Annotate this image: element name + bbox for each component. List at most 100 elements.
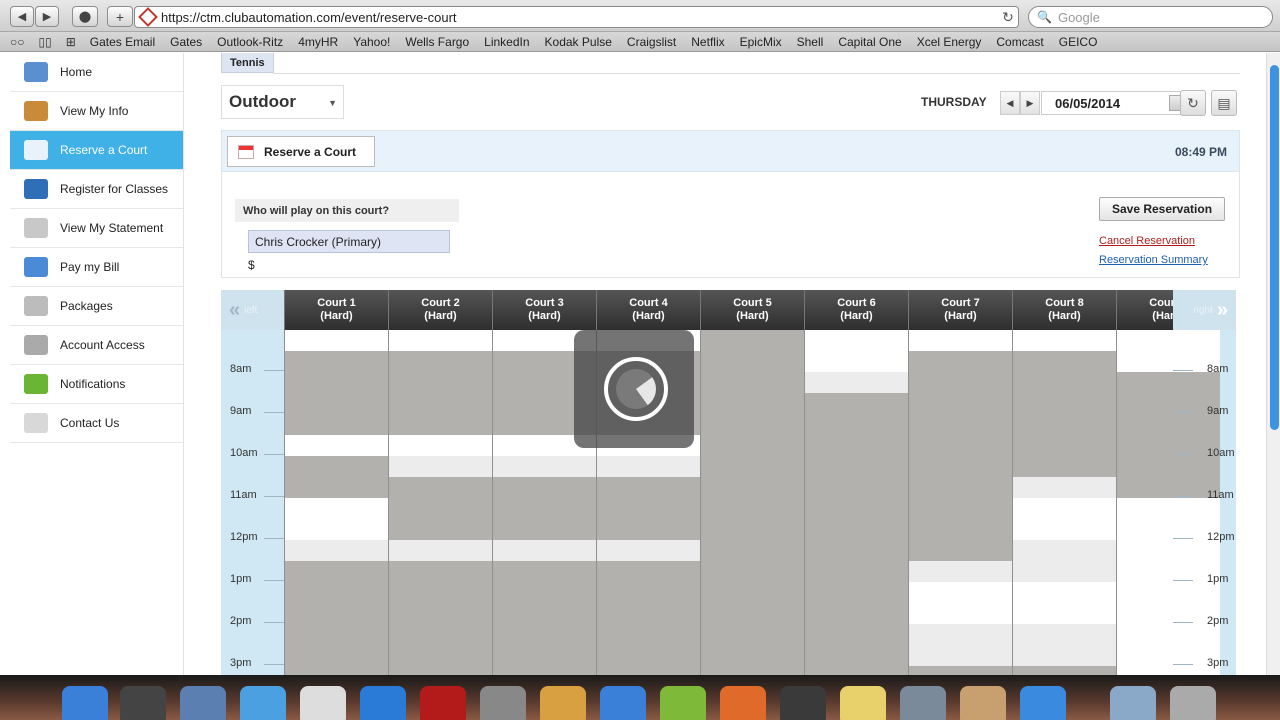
time-slot[interactable] xyxy=(909,624,1012,666)
sidebar-item-reserve-a-court[interactable]: Reserve a Court xyxy=(10,131,183,170)
bookmark-link[interactable]: Gates xyxy=(170,35,202,49)
preview-icon[interactable] xyxy=(900,686,946,720)
book-icon[interactable]: ▯▯ xyxy=(39,35,52,49)
scroll-left-button[interactable]: « left xyxy=(221,290,284,330)
player-field[interactable]: Chris Crocker (Primary) xyxy=(248,230,450,253)
search-input[interactable]: 🔍 Google xyxy=(1028,6,1273,28)
scroll-thumb[interactable] xyxy=(1270,65,1279,430)
bookmark-link[interactable]: Craigslist xyxy=(627,35,676,49)
finder-icon[interactable] xyxy=(62,686,108,720)
time-slot[interactable] xyxy=(909,582,1012,624)
address-book-icon[interactable] xyxy=(960,686,1006,720)
photo-booth-icon[interactable] xyxy=(420,686,466,720)
sidebar-item-view-my-statement[interactable]: View My Statement xyxy=(10,209,183,248)
bookmark-link[interactable]: Netflix xyxy=(691,35,724,49)
cancel-reservation-link[interactable]: Cancel Reservation xyxy=(1099,235,1195,247)
app-icon[interactable] xyxy=(720,686,766,720)
court-column[interactable] xyxy=(908,330,1012,675)
time-slot[interactable] xyxy=(389,456,492,477)
app-icon[interactable] xyxy=(1020,686,1066,720)
time-slot[interactable] xyxy=(1013,582,1116,624)
sidebar-item-pay-my-bill[interactable]: Pay my Bill xyxy=(10,248,183,287)
video-play-overlay[interactable] xyxy=(574,330,694,448)
bookmark-link[interactable]: GEICO xyxy=(1059,35,1098,49)
time-slot[interactable] xyxy=(285,498,388,540)
bookmark-link[interactable]: Comcast xyxy=(996,35,1043,49)
time-slot[interactable] xyxy=(1117,498,1220,675)
prev-day-button[interactable]: ◀ xyxy=(1000,91,1020,115)
time-slot[interactable] xyxy=(389,540,492,561)
time-slot[interactable] xyxy=(597,540,700,561)
time-slot[interactable] xyxy=(285,330,388,351)
reading-list-icon[interactable]: ○○ xyxy=(10,35,25,49)
sidebar-item-register-for-classes[interactable]: Register for Classes xyxy=(10,170,183,209)
bookmark-link[interactable]: Yahoo! xyxy=(353,35,390,49)
url-bar[interactable]: https://ctm.clubautomation.com/event/res… xyxy=(134,6,1019,28)
bookmark-link[interactable]: Wells Fargo xyxy=(405,35,469,49)
sidebar-item-notifications[interactable]: Notifications xyxy=(10,365,183,404)
time-slot[interactable] xyxy=(1013,330,1116,351)
tab-tennis[interactable]: Tennis xyxy=(221,53,274,73)
time-slot[interactable] xyxy=(493,456,596,477)
sidebar-item-home[interactable]: Home xyxy=(10,53,183,92)
system-preferences-icon[interactable] xyxy=(480,686,526,720)
forward-button[interactable]: ▶ xyxy=(35,6,59,27)
reload-icon[interactable]: ↻ xyxy=(998,9,1018,26)
time-slot[interactable] xyxy=(285,435,388,456)
bookmark-link[interactable]: Gates Email xyxy=(90,35,155,49)
folder-icon[interactable] xyxy=(1110,686,1156,720)
time-slot[interactable] xyxy=(1013,540,1116,582)
app-icon[interactable] xyxy=(600,686,646,720)
bookmark-link[interactable]: Kodak Pulse xyxy=(545,35,612,49)
itunes-icon[interactable] xyxy=(360,686,406,720)
bookmark-link[interactable]: Xcel Energy xyxy=(917,35,982,49)
facetime-icon[interactable] xyxy=(660,686,706,720)
safari-icon[interactable] xyxy=(240,686,286,720)
back-button[interactable]: ◀ xyxy=(10,6,34,27)
court-column[interactable] xyxy=(388,330,492,675)
trash-icon[interactable] xyxy=(1170,686,1216,720)
time-slot[interactable] xyxy=(805,330,908,372)
time-slot[interactable] xyxy=(285,540,388,561)
sidebar-item-packages[interactable]: Packages xyxy=(10,287,183,326)
add-bookmark-button[interactable]: + xyxy=(107,6,133,27)
date-field[interactable]: 06/05/2014 xyxy=(1041,91,1191,115)
time-slot[interactable] xyxy=(1117,330,1220,372)
bookmark-link[interactable]: 4myHR xyxy=(298,35,338,49)
time-slot[interactable] xyxy=(805,372,908,393)
court-column[interactable] xyxy=(1116,330,1220,675)
time-slot[interactable] xyxy=(493,540,596,561)
time-slot[interactable] xyxy=(909,330,1012,351)
reserve-court-tab[interactable]: Reserve a Court xyxy=(227,136,375,167)
sidebar-item-contact-us[interactable]: Contact Us xyxy=(10,404,183,443)
time-slot[interactable] xyxy=(1013,624,1116,666)
refresh-button[interactable]: ↻ xyxy=(1180,90,1206,116)
bookmark-link[interactable]: Outlook-Ritz xyxy=(217,35,283,49)
court-column[interactable] xyxy=(284,330,388,675)
iphoto-icon[interactable] xyxy=(540,686,586,720)
time-slot[interactable] xyxy=(1013,498,1116,540)
imovie-icon[interactable] xyxy=(780,686,826,720)
time-slot[interactable] xyxy=(1013,477,1116,498)
court-column[interactable] xyxy=(804,330,908,675)
time-slot[interactable] xyxy=(389,435,492,456)
court-column[interactable] xyxy=(700,330,804,675)
time-slot[interactable] xyxy=(909,561,1012,582)
save-reservation-button[interactable]: Save Reservation xyxy=(1099,197,1225,221)
page-scrollbar[interactable] xyxy=(1266,53,1280,675)
sidebar-item-account-access[interactable]: Account Access xyxy=(10,326,183,365)
stickies-icon[interactable] xyxy=(840,686,886,720)
mail-icon[interactable] xyxy=(180,686,226,720)
next-day-button[interactable]: ▶ xyxy=(1020,91,1040,115)
grid-icon[interactable]: ⊞ xyxy=(66,35,76,49)
court-column[interactable] xyxy=(1012,330,1116,675)
bookmark-link[interactable]: LinkedIn xyxy=(484,35,529,49)
tabs-icon[interactable]: ⬤ xyxy=(72,6,98,27)
sidebar-item-view-my-info[interactable]: View My Info xyxy=(10,92,183,131)
time-slot[interactable] xyxy=(597,456,700,477)
print-button[interactable]: ▤ xyxy=(1211,90,1237,116)
time-slot[interactable] xyxy=(389,330,492,351)
bookmark-link[interactable]: EpicMix xyxy=(740,35,782,49)
location-select[interactable]: Outdoor ▼ xyxy=(221,85,344,119)
scroll-right-button[interactable]: right » xyxy=(1173,290,1236,330)
